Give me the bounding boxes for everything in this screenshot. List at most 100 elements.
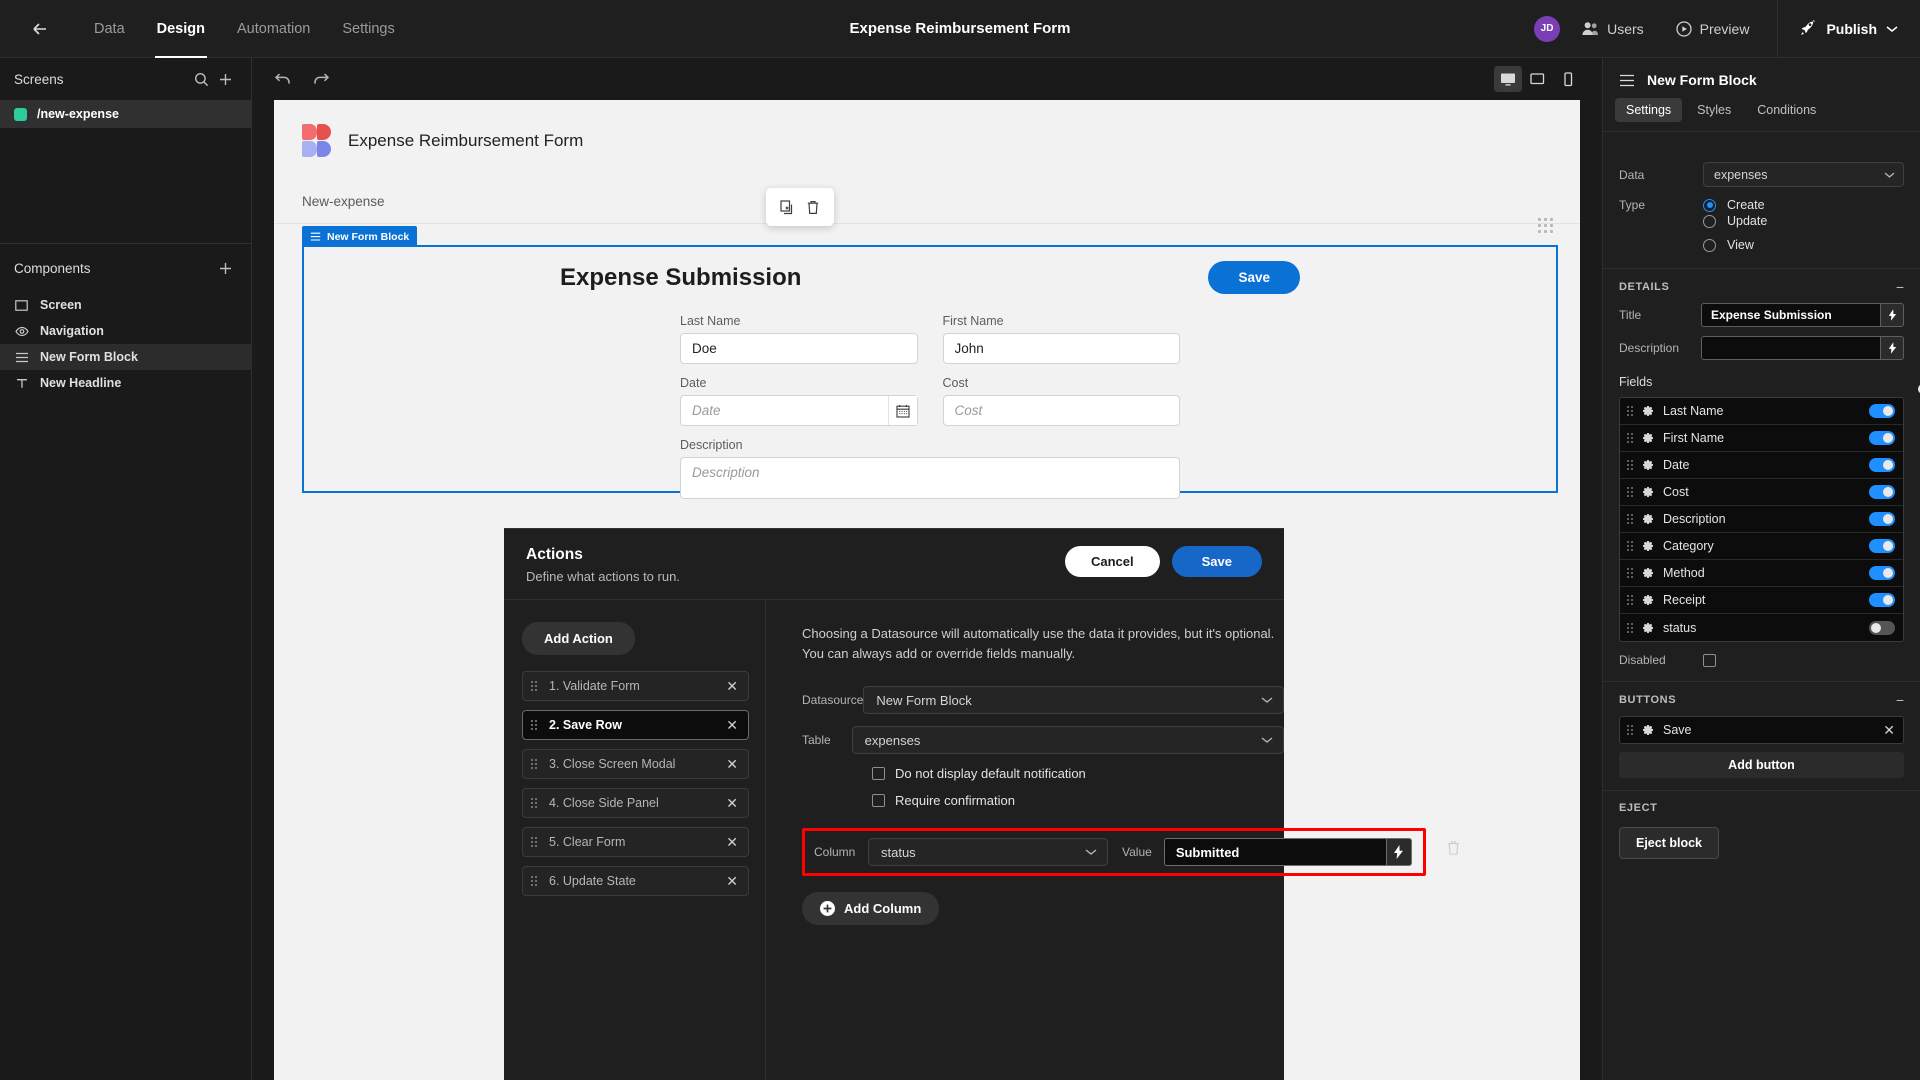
- lightning-icon[interactable]: [1385, 838, 1412, 867]
- component-item-screen[interactable]: Screen: [0, 292, 251, 318]
- add-component-icon[interactable]: [213, 256, 237, 280]
- field-toggle[interactable]: [1869, 512, 1895, 526]
- drag-handle-icon[interactable]: [531, 720, 537, 730]
- radio-update[interactable]: [1703, 214, 1716, 228]
- field-row-category[interactable]: Category: [1620, 533, 1903, 560]
- remove-action-icon[interactable]: ✕: [726, 796, 738, 810]
- gear-icon[interactable]: [1642, 594, 1654, 606]
- field-toggle[interactable]: [1869, 566, 1895, 580]
- drag-handle-icon[interactable]: [1627, 568, 1633, 578]
- drag-handle-icon[interactable]: [1627, 460, 1633, 470]
- gear-icon[interactable]: [1642, 513, 1654, 525]
- eject-block-button[interactable]: Eject block: [1619, 827, 1719, 859]
- drag-handle-icon[interactable]: [1627, 433, 1633, 443]
- field-row-method[interactable]: Method: [1620, 560, 1903, 587]
- screen-item-new-expense[interactable]: /new-expense: [0, 100, 251, 128]
- field-toggle[interactable]: [1869, 458, 1895, 472]
- right-panel-scroll[interactable]: Data expenses Type Create Update View DE…: [1603, 132, 1920, 1080]
- datasource-select[interactable]: New Form Block: [863, 686, 1284, 715]
- preview-button[interactable]: Preview: [1660, 21, 1766, 37]
- lightning-icon[interactable]: [1880, 303, 1904, 327]
- calendar-icon[interactable]: [887, 396, 917, 425]
- collapse-details-icon[interactable]: −: [1896, 280, 1904, 294]
- cost-input[interactable]: [942, 395, 1180, 426]
- form-save-button[interactable]: Save: [1208, 261, 1300, 294]
- remove-button-icon[interactable]: ✕: [1883, 723, 1895, 737]
- remove-action-icon[interactable]: ✕: [726, 835, 738, 849]
- require-confirmation-checkbox[interactable]: [872, 794, 885, 808]
- lightning-icon[interactable]: [1880, 336, 1904, 360]
- field-toggle[interactable]: [1869, 404, 1895, 418]
- radio-view[interactable]: [1703, 238, 1716, 252]
- mobile-icon[interactable]: [1554, 66, 1582, 92]
- nav-tab-data[interactable]: Data: [78, 0, 141, 58]
- tab-settings[interactable]: Settings: [1615, 98, 1683, 122]
- button-row-save[interactable]: Save ✕: [1619, 716, 1904, 744]
- title-input[interactable]: [1701, 303, 1880, 327]
- component-item-navigation[interactable]: Navigation: [0, 318, 251, 344]
- field-row-date[interactable]: Date: [1620, 452, 1903, 479]
- field-row-description[interactable]: Description: [1620, 506, 1903, 533]
- drag-handle-icon[interactable]: [531, 681, 537, 691]
- nav-tab-design[interactable]: Design: [141, 0, 221, 58]
- drag-handle-icon[interactable]: [1627, 725, 1633, 735]
- value-input[interactable]: [1163, 838, 1386, 867]
- last-name-input[interactable]: [680, 333, 918, 364]
- data-select[interactable]: expenses: [1703, 162, 1904, 187]
- duplicate-icon[interactable]: [775, 195, 799, 219]
- column-select[interactable]: status: [868, 838, 1108, 867]
- tab-styles[interactable]: Styles: [1686, 98, 1742, 122]
- drag-handle-icon[interactable]: [1627, 406, 1633, 416]
- field-row-status[interactable]: status: [1620, 614, 1903, 641]
- field-toggle[interactable]: [1869, 485, 1895, 499]
- back-arrow-icon[interactable]: [18, 0, 62, 58]
- field-toggle[interactable]: [1869, 431, 1895, 445]
- field-toggle[interactable]: [1869, 593, 1895, 607]
- delete-icon[interactable]: [801, 195, 825, 219]
- gear-icon[interactable]: [1642, 540, 1654, 552]
- add-action-button[interactable]: Add Action: [522, 622, 635, 655]
- gear-icon[interactable]: [1642, 459, 1654, 471]
- save-button[interactable]: Save: [1171, 546, 1262, 577]
- field-toggle[interactable]: [1869, 620, 1895, 635]
- field-row-receipt[interactable]: Receipt: [1620, 587, 1903, 614]
- form-block-container[interactable]: New Form Block Expense Submission Save L…: [302, 226, 1558, 499]
- tab-conditions[interactable]: Conditions: [1746, 98, 1827, 122]
- drag-handle-icon[interactable]: [1627, 622, 1633, 633]
- first-name-input[interactable]: [942, 333, 1180, 364]
- remove-action-icon[interactable]: ✕: [726, 874, 738, 888]
- component-item-new-form-block[interactable]: New Form Block: [0, 344, 251, 370]
- drag-handle-icon[interactable]: [1627, 541, 1633, 551]
- action-item-save-row[interactable]: 2. Save Row ✕: [522, 710, 749, 740]
- add-button-button[interactable]: Add button: [1619, 752, 1904, 778]
- drag-handle-icon[interactable]: [1627, 595, 1633, 605]
- delete-column-icon[interactable]: [1446, 840, 1461, 856]
- component-item-new-headline[interactable]: New Headline: [0, 370, 251, 396]
- nav-tab-settings[interactable]: Settings: [326, 0, 410, 58]
- redo-icon[interactable]: [310, 68, 332, 90]
- drag-handle-icon[interactable]: [531, 837, 537, 847]
- description-input[interactable]: [680, 457, 1180, 499]
- field-row-last-name[interactable]: Last Name: [1620, 398, 1903, 425]
- gear-icon[interactable]: [1642, 432, 1654, 444]
- users-button[interactable]: Users: [1566, 21, 1660, 37]
- gear-icon[interactable]: [1642, 622, 1654, 634]
- drag-handle-icon[interactable]: [531, 798, 537, 808]
- desktop-icon[interactable]: [1494, 66, 1522, 92]
- action-item-clear-form[interactable]: 5. Clear Form ✕: [522, 827, 749, 857]
- avatar[interactable]: JD: [1518, 15, 1566, 42]
- add-screen-icon[interactable]: [213, 67, 237, 91]
- field-toggle[interactable]: [1869, 539, 1895, 553]
- action-item-close-screen-modal[interactable]: 3. Close Screen Modal ✕: [522, 749, 749, 779]
- publish-button[interactable]: Publish: [1782, 20, 1920, 37]
- drag-handle-icon[interactable]: [1627, 487, 1633, 497]
- cancel-button[interactable]: Cancel: [1064, 546, 1160, 577]
- drag-handle-icon[interactable]: [531, 759, 537, 769]
- nav-tab-automation[interactable]: Automation: [221, 0, 326, 58]
- remove-action-icon[interactable]: ✕: [726, 718, 738, 732]
- collapse-buttons-icon[interactable]: −: [1896, 693, 1904, 707]
- action-item-update-state[interactable]: 6. Update State ✕: [522, 866, 749, 896]
- disabled-checkbox[interactable]: [1703, 653, 1716, 667]
- drag-handle-icon[interactable]: [531, 876, 537, 886]
- gear-icon[interactable]: [1642, 724, 1654, 736]
